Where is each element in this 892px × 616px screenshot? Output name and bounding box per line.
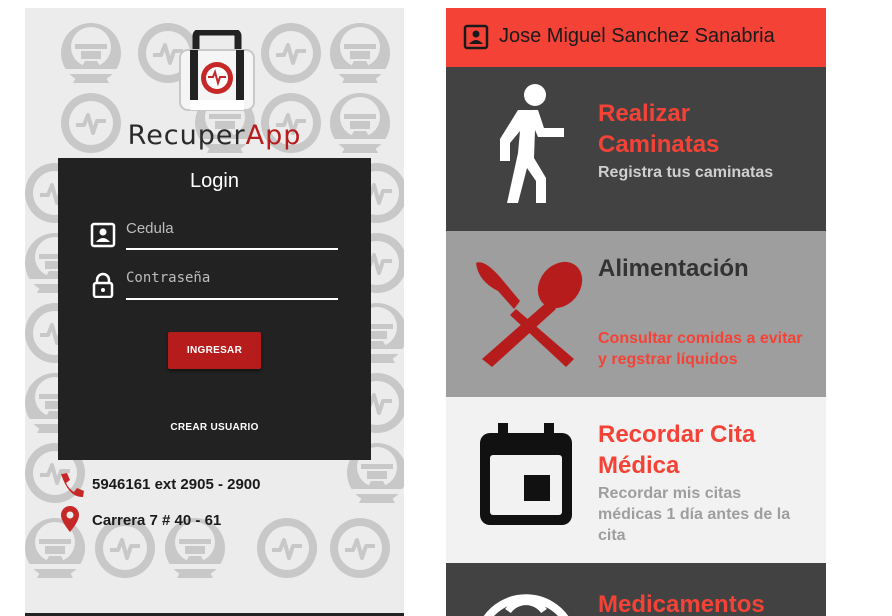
create-user-button[interactable]: CREAR USUARIO bbox=[58, 422, 371, 433]
tile-walks-title-line1: Realizar bbox=[598, 100, 691, 127]
tile-food-subtitle-line1: Consultar comidas a evitar bbox=[598, 330, 803, 347]
app-name: RecuperApp bbox=[25, 120, 404, 151]
menu-screen: Jose Miguel Sanchez Sanabria Realizar Cam… bbox=[446, 8, 826, 616]
tile-walks-title: Realizar Caminatas bbox=[598, 98, 719, 160]
lock-icon bbox=[92, 272, 114, 298]
tile-appointment-title-line2: Médica bbox=[598, 452, 680, 479]
tile-appointment-title: Recordar Cita Médica bbox=[598, 419, 755, 481]
tile-appointment-title-line1: Recordar Cita bbox=[598, 421, 756, 448]
tile-medication-title: Medicamentos bbox=[598, 591, 765, 616]
location-pin-icon bbox=[61, 506, 79, 532]
tile-food[interactable]: Alimentación Consultar comidas a evitar y… bbox=[446, 231, 826, 397]
knife-spoon-icon bbox=[476, 261, 583, 367]
login-screen: RecuperApp Login Cedula Contraseña INGRE… bbox=[25, 8, 404, 616]
tile-food-subtitle-line2: y regstrar líquidos bbox=[598, 351, 738, 368]
app-logo-icon bbox=[179, 30, 255, 111]
login-button[interactable]: INGRESAR bbox=[168, 332, 261, 369]
walking-person-icon bbox=[500, 84, 564, 203]
phone-icon bbox=[61, 473, 84, 498]
top-bar: Jose Miguel Sanchez Sanabria bbox=[446, 8, 826, 67]
user-name: Jose Miguel Sanchez Sanabria bbox=[499, 25, 775, 47]
tile-appointment-subtitle-line1: Recordar mis citas bbox=[598, 485, 742, 502]
tile-appointment[interactable]: Recordar Cita Médica Recordar mis citas mé… bbox=[446, 397, 826, 563]
app-name-part2: App bbox=[245, 120, 302, 151]
tile-food-subtitle: Consultar comidas a evitar y regstrar líq… bbox=[598, 328, 803, 370]
tile-appointment-subtitle: Recordar mis citas médicas 1 día antes de… bbox=[598, 483, 790, 546]
address-text: Carrera 7 # 40 - 61 bbox=[92, 512, 222, 529]
tile-appointment-subtitle-line3: cita bbox=[598, 527, 626, 544]
contact-card-icon bbox=[463, 24, 489, 50]
login-card: Login Cedula Contraseña INGRESAR CREAR U… bbox=[58, 158, 371, 460]
phone-text: 5946161 ext 2905 - 2900 bbox=[92, 476, 261, 493]
login-title: Login bbox=[190, 170, 239, 192]
cedula-placeholder: Cedula bbox=[126, 220, 174, 237]
app-name-part1: Recuper bbox=[127, 120, 246, 151]
clock-icon bbox=[483, 594, 569, 616]
tile-walks-title-line2: Caminatas bbox=[598, 131, 720, 158]
password-field[interactable]: Contraseña bbox=[90, 264, 338, 300]
cedula-field[interactable]: Cedula bbox=[90, 214, 338, 250]
cedula-underline bbox=[126, 248, 338, 250]
tile-food-title: Alimentación bbox=[598, 255, 749, 282]
tile-walks-subtitle: Registra tus caminatas bbox=[598, 164, 774, 181]
password-placeholder: Contraseña bbox=[126, 270, 211, 286]
contact-card-icon bbox=[90, 222, 116, 248]
tile-appointment-subtitle-line2: médicas 1 día antes de la bbox=[598, 506, 791, 523]
password-underline bbox=[126, 298, 338, 300]
tile-walks[interactable]: Realizar Caminatas Registra tus caminatas bbox=[446, 67, 826, 231]
tile-medication[interactable]: Medicamentos bbox=[446, 563, 826, 616]
calendar-icon bbox=[480, 423, 572, 525]
